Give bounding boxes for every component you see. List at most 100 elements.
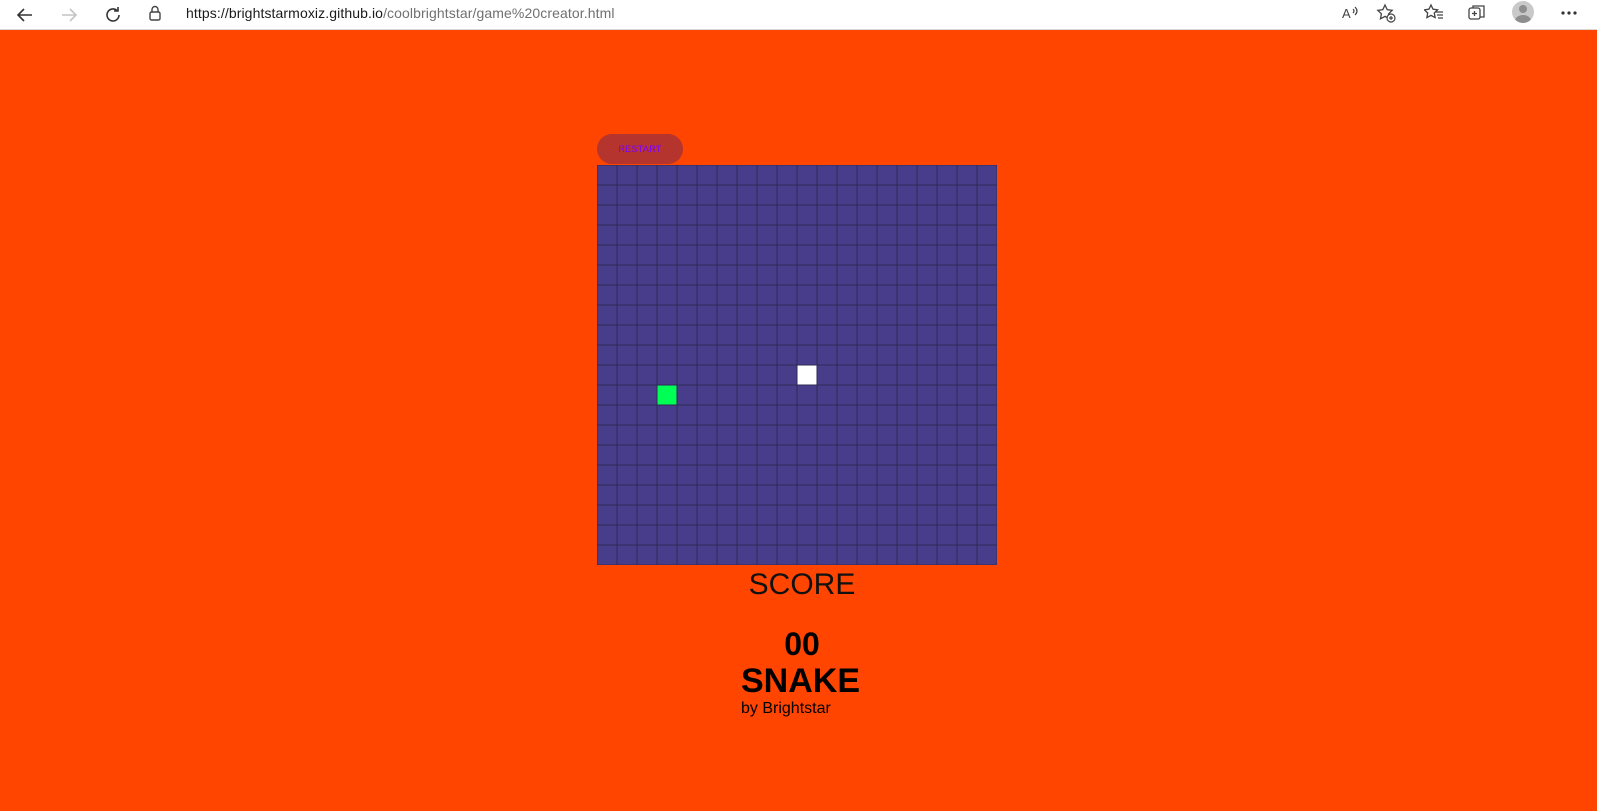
board-cell: [816, 404, 838, 426]
board-cell: [656, 244, 678, 266]
board-cell: [716, 284, 738, 306]
game-board[interactable]: [597, 165, 997, 565]
board-cell: [916, 224, 938, 246]
board-cell: [736, 404, 758, 426]
board-cell: [716, 364, 738, 386]
board-cell: [836, 404, 858, 426]
board-cell: [756, 264, 778, 286]
board-cell: [716, 504, 738, 526]
board-cell: [856, 224, 878, 246]
board-cell: [656, 264, 678, 286]
board-cell: [736, 384, 758, 406]
board-cell: [656, 344, 678, 366]
board-cell: [676, 304, 698, 326]
board-cell: [896, 224, 918, 246]
board-cell: [916, 484, 938, 506]
board-cell: [876, 464, 898, 486]
board-cell: [936, 224, 958, 246]
board-cell: [916, 324, 938, 346]
board-cell: [936, 504, 958, 526]
board-cell: [876, 364, 898, 386]
add-favorite-button[interactable]: [1370, 0, 1402, 26]
board-cell: [656, 424, 678, 446]
more-button[interactable]: [1553, 0, 1585, 26]
board-cell: [756, 544, 778, 565]
board-cell: [597, 504, 618, 526]
board-cell: [656, 484, 678, 506]
board-cell: [896, 364, 918, 386]
board-cell: [756, 304, 778, 326]
board-cell: [796, 344, 818, 366]
board-cell: [936, 484, 958, 506]
board-cell: [676, 184, 698, 206]
more-icon: [1561, 11, 1577, 15]
board-cell: [756, 324, 778, 346]
restart-button[interactable]: RESTART: [597, 134, 683, 164]
board-cell: [756, 344, 778, 366]
board-cell: [676, 384, 698, 406]
board-cell: [616, 504, 638, 526]
board-cell: [736, 524, 758, 546]
board-cell: [656, 204, 678, 226]
board-cell: [876, 304, 898, 326]
board-cell: [796, 184, 818, 206]
board-cell: [956, 264, 978, 286]
board-cell: [836, 524, 858, 546]
board-cell: [816, 524, 838, 546]
board-cell: [736, 264, 758, 286]
board-cell: [856, 384, 878, 406]
board-cell: [636, 364, 658, 386]
board-cell: [716, 484, 738, 506]
board-cell: [676, 504, 698, 526]
collections-button[interactable]: [1461, 0, 1493, 26]
board-cell: [836, 384, 858, 406]
board-cell: [976, 204, 997, 226]
board-cell: [776, 484, 798, 506]
board-cell: [796, 424, 818, 446]
add-favorite-icon: [1376, 3, 1396, 23]
board-cell: [776, 344, 798, 366]
board-cell: [896, 464, 918, 486]
board-cell: [736, 504, 758, 526]
board-cell: [936, 264, 958, 286]
board-cell: [956, 544, 978, 565]
board-cell: [876, 424, 898, 446]
board-cell: [597, 224, 618, 246]
board-cell: [856, 165, 878, 186]
board-cell: [816, 264, 838, 286]
board-cell: [736, 464, 758, 486]
read-aloud-button[interactable]: A: [1335, 0, 1367, 26]
board-cell: [696, 264, 718, 286]
favorites-button[interactable]: [1418, 0, 1450, 26]
board-cell: [656, 524, 678, 546]
url-text[interactable]: https://brightstarmoxiz.github.io/coolbr…: [186, 5, 615, 21]
address-bar[interactable]: https://brightstarmoxiz.github.io/coolbr…: [140, 0, 1385, 26]
refresh-button[interactable]: [98, 0, 128, 30]
board-cell: [836, 344, 858, 366]
board-cell: [616, 364, 638, 386]
board-cell: [956, 224, 978, 246]
forward-button[interactable]: [54, 0, 84, 30]
board-cell: [836, 224, 858, 246]
board-cell: [856, 284, 878, 306]
board-cell: [776, 364, 798, 386]
refresh-icon: [106, 7, 120, 22]
board-cell: [796, 464, 818, 486]
board-cell: [956, 344, 978, 366]
snake-segment: [656, 384, 678, 406]
board-cell: [636, 504, 658, 526]
board-cell: [597, 484, 618, 506]
board-cell: [916, 544, 938, 565]
board-cell: [816, 324, 838, 346]
back-button[interactable]: [10, 0, 40, 30]
board-cell: [856, 544, 878, 565]
board-cell: [736, 304, 758, 326]
board-cell: [836, 424, 858, 446]
board-cell: [696, 244, 718, 266]
board-cell: [836, 304, 858, 326]
profile-icon[interactable]: [1512, 1, 1534, 23]
board-cell: [616, 244, 638, 266]
board-cell: [976, 464, 997, 486]
board-cell: [597, 304, 618, 326]
lock-icon[interactable]: [140, 1, 170, 25]
